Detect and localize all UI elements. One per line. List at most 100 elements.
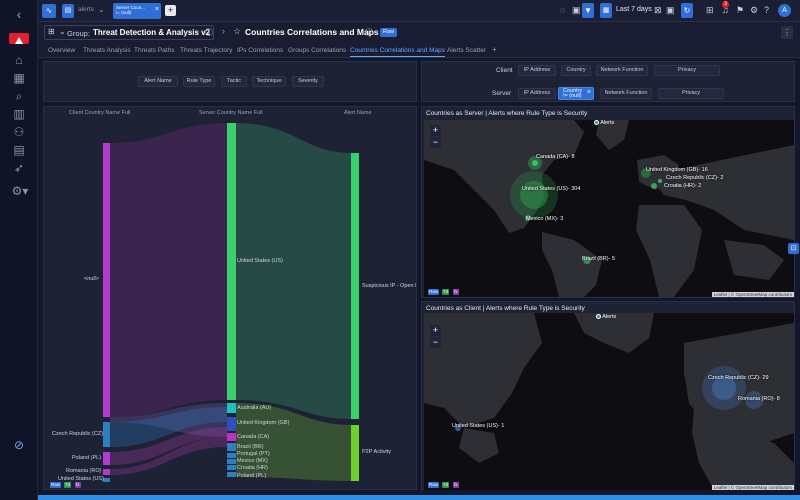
help-icon[interactable]: ⊘ [11,437,27,453]
legend-label: Alerts [602,314,617,320]
help-circle-icon[interactable]: ? [764,5,769,15]
star-icon[interactable]: ☆ [233,26,241,37]
formula-badge: fx [453,289,459,295]
page-header: ⊞ ⌄ Group: Threat Detection & Analysis v… [38,22,800,44]
calendar-icon[interactable]: ▣ [572,5,581,16]
tab-ips-correlations[interactable]: IPs Correlations [237,47,283,54]
close-icon[interactable]: × [155,6,159,13]
avatar[interactable]: A [778,4,791,17]
filter-tactic-button[interactable]: Tactic [221,76,247,87]
alert-node-label: P2P Activity [362,449,391,455]
tab-threats-analysis[interactable]: Threats Analysis [83,47,131,54]
map-legend: Alerts [596,314,616,320]
node-server-au [227,403,236,413]
server-node-label: United Kingdom (GB) [237,420,290,426]
filter-rule-type-button[interactable]: Rule Type [183,76,215,87]
server-node-label: Poland (PL) [237,473,267,479]
add-filter-button[interactable]: + [165,5,176,16]
more-options-icon[interactable]: ⋮ [781,26,793,39]
filter-alert-name-button[interactable]: Alert Name [138,76,178,87]
tab-countries-correlations[interactable]: Countries Correlations and Maps [350,47,446,57]
activity-icon[interactable]: ∿ [42,4,56,18]
funnel-icon[interactable]: ▼ [582,3,594,18]
chevron-down-icon: ⌄ [59,27,66,36]
map-attribution[interactable]: Leaflet | © OpenStreetMap contributors [711,292,794,297]
zoom-in-button[interactable]: + [430,325,441,336]
group-selector[interactable]: ⊞ ⌄ Group: Threat Detection & Analysis v… [44,25,214,40]
gear-icon[interactable]: ⚙ [750,5,758,16]
sankey-panel: Client Country Name Full Server Country … [43,106,417,490]
side-panel-toggle-icon[interactable]: ⊡ [788,243,799,254]
server-node-label: Mexico (MX) [237,458,268,464]
zoom-out-button[interactable]: − [430,137,441,148]
settings-icon[interactable]: ⚙▾ [11,183,29,199]
info-icon[interactable]: ⓘ [205,27,213,38]
client-network-function-button[interactable]: Network Function [596,65,648,76]
tab-groups-correlations[interactable]: Groups Correlations [288,47,346,54]
raw-badge: Raw [380,28,398,37]
breadcrumb[interactable]: alerts [78,6,94,13]
tab-threats-trajectory[interactable]: Threats Trajectory [180,47,232,54]
node-server-hr [227,465,236,470]
world-map[interactable]: + − Alerts Canada (CA)- 8 United States … [424,120,794,297]
dataset-icon[interactable]: ▤ [62,4,74,18]
filter-chip[interactable]: Server Coun... != (null) × [113,3,161,19]
node-client-cz [103,422,110,447]
people-icon[interactable]: ⚇ [11,124,27,140]
map-label: Czech Republic (CZ)- 2 [666,175,724,181]
calendar-button[interactable]: ▦ [600,3,612,18]
chevron-down-icon[interactable]: ⌄ [98,5,105,14]
server-country-button[interactable]: Country != (null) × [558,87,594,100]
warning-icon [15,37,23,44]
tab-alerts-scatter[interactable]: Alerts Scatter [447,47,486,54]
filter-severity-button[interactable]: Severity [292,76,324,87]
alert-node-label: Suspicious IP - Open D [362,283,416,289]
tab-overview[interactable]: Overview [48,47,75,54]
dashboard-grid-icon[interactable]: ▦ [11,70,27,86]
map-label: Canada (CA)- 8 [536,154,575,160]
raw-badge: Raw [428,482,440,488]
apps-grid-icon[interactable]: ⊞ [706,5,714,16]
home-icon[interactable]: ⌂ [11,52,27,68]
rocket-icon[interactable]: ➶ [11,160,27,176]
node-client-pl [103,452,110,465]
server-network-function-button[interactable]: Network Function [600,88,652,99]
client-country-button[interactable]: Country [561,65,591,76]
node-alert-suspicious [351,153,359,419]
save-icon[interactable]: ▣ [666,5,675,16]
alert-nav-button[interactable] [9,33,29,44]
eye-off-icon[interactable]: ◌ [560,5,565,15]
bookmark-icon[interactable]: ⚑ [736,5,744,16]
clear-icon[interactable]: ⊠ [654,5,662,16]
client-ip-address-button[interactable]: IP Address [518,65,556,76]
server-ip-address-button[interactable]: IP Address [518,88,556,99]
document-icon[interactable]: ▤ [11,142,27,158]
client-node-label: Romania (RO) [66,468,102,474]
server-node-label: Australia (AU) [237,405,272,411]
time-range[interactable]: Last 7 days [616,6,652,13]
map-label: Romania (RO)- 8 [738,396,780,402]
node-server-mx [227,459,236,464]
info-icon[interactable]: ⓘ [365,27,373,38]
node-server-pt [227,453,236,458]
refresh-icon[interactable]: ↻ [681,3,693,18]
raw-badge: Raw [50,482,62,488]
zoom-out-button[interactable]: − [430,337,441,348]
client-privacy-button[interactable]: Privacy [654,65,720,76]
world-map[interactable]: + − Alerts Czech Republic (CZ)- 29 Roman… [424,313,794,490]
server-privacy-button[interactable]: Privacy [658,88,724,99]
client-map-panel: Countries as Client | Alerts where Rule … [421,301,795,490]
logo-icon[interactable]: ‹ [11,6,27,22]
search-icon[interactable]: ⌕ [11,88,27,104]
group-prefix: Group: [67,29,90,38]
tab-threats-paths[interactable]: Threats Paths [134,47,174,54]
add-tab-icon[interactable]: + [492,45,497,54]
close-icon[interactable]: × [587,89,591,96]
map-attribution[interactable]: Leaflet | © OpenStreetMap contributors [711,485,794,490]
filter-technique-button[interactable]: Technique [252,76,286,87]
client-node-label: <null> [84,276,99,282]
bar-chart-icon[interactable]: ▥ [11,106,27,122]
raw-badge: Raw [428,289,440,295]
flow-us-suspicious [236,123,351,419]
zoom-in-button[interactable]: + [430,125,441,136]
